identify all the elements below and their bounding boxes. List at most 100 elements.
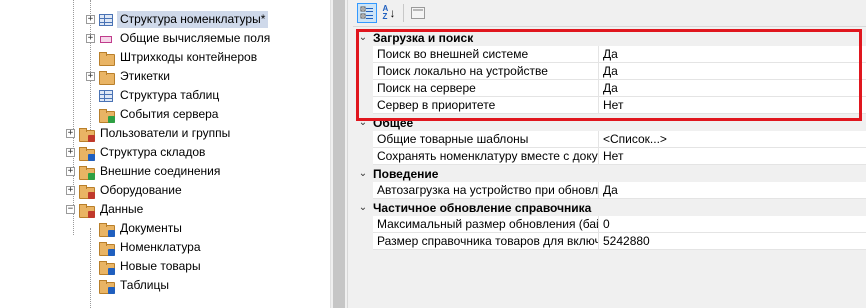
tree-item[interactable]: Структура таблиц <box>86 86 222 105</box>
tree-item-label: Оборудование <box>100 183 182 197</box>
property-category[interactable]: ⌄ Общее <box>353 114 866 131</box>
tree-item-label: Штрихкоды контейнеров <box>120 50 258 64</box>
collapse-chevron-icon[interactable]: ⌄ <box>353 168 373 179</box>
property-gutter <box>353 233 373 250</box>
expand-toggle-icon[interactable]: + <box>66 148 75 157</box>
tree-item[interactable]: + Общие вычисляемые поля <box>86 29 273 48</box>
tree-item[interactable]: + Внешние соединения <box>66 162 223 181</box>
property-value[interactable]: Нет <box>599 148 866 165</box>
folder-badge <box>88 172 95 180</box>
property-gutter <box>353 63 373 80</box>
expand-toggle-icon[interactable]: + <box>66 129 75 138</box>
sort-arrow-icon: ↓ <box>389 6 396 20</box>
function-shape <box>100 35 112 43</box>
category-label: Загрузка и поиск <box>373 30 474 45</box>
tree-item-label: Общие вычисляемые поля <box>120 31 271 45</box>
tree-item[interactable]: + Этикетки <box>86 67 173 86</box>
expand-toggle-icon[interactable]: + <box>86 34 95 43</box>
tree-item-label: Таблицы <box>120 278 170 292</box>
collapse-chevron-icon[interactable]: ⌄ <box>353 202 373 213</box>
folder-new-items-icon <box>98 260 115 275</box>
property-name: Поиск на сервере <box>373 80 599 97</box>
function-icon <box>98 32 114 46</box>
table-icon <box>98 13 114 27</box>
tree-item[interactable]: − Данные <box>66 200 146 219</box>
property-name: Поиск локально на устройстве <box>373 63 599 80</box>
tree-item[interactable]: Таблицы <box>86 276 172 295</box>
property-row[interactable]: Сохранять номенклатуру вместе с докуме Не… <box>353 148 866 165</box>
folder-badge <box>88 134 95 142</box>
folder-badge <box>88 210 95 218</box>
property-row[interactable]: Поиск локально на устройстве Да <box>353 63 866 80</box>
category-label: Поведение <box>373 166 439 181</box>
tree-item[interactable]: Документы <box>86 219 185 238</box>
tree-panel: + Структура номенклатуры* + Общие вычисляем… <box>0 0 330 308</box>
property-category[interactable]: ⌄ Поведение <box>353 165 866 182</box>
table-grid-shape <box>99 89 113 102</box>
tree-item[interactable]: + Структура номенклатуры* <box>86 10 269 29</box>
alphabetical-view-button[interactable]: A Z ↓ <box>379 3 399 23</box>
property-row[interactable]: Максимальный размер обновления (байт) 0 <box>353 216 866 233</box>
folder-equipment-icon <box>78 184 95 199</box>
property-value[interactable]: 5242880 <box>599 233 866 250</box>
property-name: Сохранять номенклатуру вместе с докуме <box>373 148 599 165</box>
tree-scrollbar-thumb[interactable] <box>333 0 345 308</box>
expand-toggle-icon[interactable]: + <box>86 15 95 24</box>
folder-connection-icon <box>78 165 95 180</box>
property-gutter <box>353 80 373 97</box>
property-row[interactable]: Поиск во внешней системе Да <box>353 46 866 63</box>
toolbar-separator <box>403 4 404 22</box>
property-name: Сервер в приоритете <box>373 97 599 114</box>
property-pages-icon <box>411 7 425 19</box>
tree-item-label: Структура складов <box>100 145 206 159</box>
property-value[interactable]: Да <box>599 46 866 63</box>
collapse-chevron-icon[interactable]: ⌄ <box>353 117 373 128</box>
property-value[interactable]: Да <box>599 182 866 199</box>
property-gutter <box>353 131 373 148</box>
category-label: Частичное обновление справочника <box>373 200 592 215</box>
property-value[interactable]: Да <box>599 63 866 80</box>
tree-item-label: Внешние соединения <box>100 164 221 178</box>
property-gutter <box>353 182 373 199</box>
folder-badge <box>88 153 95 161</box>
folder-event-icon <box>98 108 115 123</box>
tree-item[interactable]: + Структура складов <box>66 143 208 162</box>
tree-item[interactable]: Номенклатура <box>86 238 204 257</box>
property-category[interactable]: ⌄ Загрузка и поиск <box>353 29 866 46</box>
tree-scrollbar[interactable] <box>330 0 347 308</box>
tree-item-label: Новые товары <box>120 259 201 273</box>
collapse-chevron-icon[interactable]: ⌄ <box>353 32 373 43</box>
expand-toggle-icon[interactable]: + <box>86 72 95 81</box>
property-value[interactable]: <Список...> <box>599 131 866 148</box>
tree-item[interactable]: События сервера <box>86 105 221 124</box>
property-name: Автозагрузка на устройство при обновле <box>373 182 599 199</box>
property-toolbar: A Z ↓ <box>353 0 866 27</box>
property-value[interactable]: Нет <box>599 97 866 114</box>
tree-item[interactable]: Штрихкоды контейнеров <box>86 48 260 67</box>
property-name: Максимальный размер обновления (байт) <box>373 216 599 233</box>
property-value[interactable]: 0 <box>599 216 866 233</box>
tree-item[interactable]: + Оборудование <box>66 181 185 200</box>
categorized-view-button[interactable] <box>357 3 377 23</box>
property-row[interactable]: Автозагрузка на устройство при обновле Да <box>353 182 866 199</box>
tree-item-label: События сервера <box>120 107 219 121</box>
property-grid: A Z ↓ ⌄ Загрузка и поиск Поиск во внешней с… <box>353 0 866 308</box>
tree-item[interactable]: Новые товары <box>86 257 204 276</box>
property-value[interactable]: Да <box>599 80 866 97</box>
property-row[interactable]: Поиск на сервере Да <box>353 80 866 97</box>
tree-item[interactable]: + Пользователи и группы <box>66 124 233 143</box>
property-row[interactable]: Общие товарные шаблоны <Список...> <box>353 131 866 148</box>
property-row[interactable]: Сервер в приоритете Нет <box>353 97 866 114</box>
tree-item-label: Пользователи и группы <box>100 126 231 140</box>
folder-badge <box>108 286 115 294</box>
property-row[interactable]: Размер справочника товаров для включен 52… <box>353 233 866 250</box>
expand-toggle-icon[interactable]: + <box>66 167 75 176</box>
property-category[interactable]: ⌄ Частичное обновление справочника <box>353 199 866 216</box>
expand-toggle-icon[interactable]: − <box>66 205 75 214</box>
property-pages-button[interactable] <box>408 3 428 23</box>
property-name: Поиск во внешней системе <box>373 46 599 63</box>
expand-toggle-icon[interactable]: + <box>66 186 75 195</box>
